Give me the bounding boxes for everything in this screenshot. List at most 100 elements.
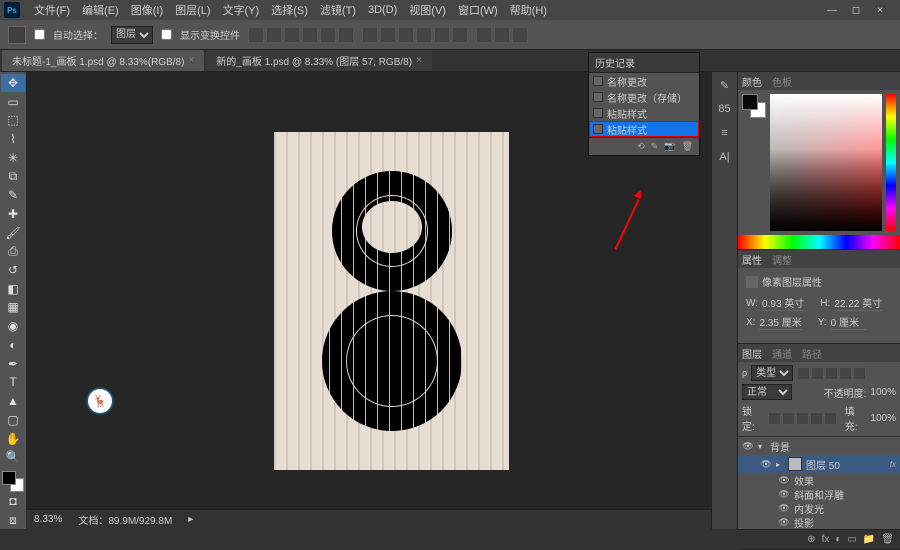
menu-window[interactable]: 窗口(W) [452,2,504,18]
color-field[interactable] [770,94,882,231]
auto-select-dropdown[interactable]: 图层 [111,26,153,44]
tab-layers[interactable]: 图层 [742,346,762,361]
new-group-icon[interactable]: 📁 [863,534,875,545]
distribute-icon[interactable] [398,27,414,43]
restore-icon[interactable]: ◻ [848,2,864,18]
filter-icon[interactable] [839,367,852,380]
layer-row[interactable]: 👁 ▸ 图层 50 fx [738,455,900,473]
history-row[interactable]: 名称更改 [589,73,699,89]
panel-color-chips[interactable] [742,94,766,118]
layer-effect-row[interactable]: 👁 投影 [738,515,900,529]
adjustment-layer-icon[interactable]: ▭ [847,534,856,545]
filter-icon[interactable] [797,367,810,380]
distribute-icon[interactable] [380,27,396,43]
dodge-tool[interactable]: ◐ [1,336,25,354]
marquee-tool[interactable]: ⬚ [1,111,25,129]
lock-icon[interactable] [810,412,823,425]
opacity-value[interactable]: 100% [870,387,896,398]
tab-paths[interactable]: 路径 [802,346,822,361]
menu-3d[interactable]: 3D(D) [362,4,403,16]
tab-close-icon[interactable]: × [188,55,194,66]
tab-swatches[interactable]: 色板 [772,74,792,89]
artboard-tool[interactable]: ▭ [1,93,25,111]
gradient-tool[interactable]: ▦ [1,299,25,317]
pen-tool[interactable]: ✒ [1,355,25,373]
visibility-icon[interactable]: 👁 [778,489,790,500]
character-panel-icon[interactable]: A| [715,148,735,166]
layer-effect-row[interactable]: 👁 斜面和浮雕 [738,487,900,501]
history-trash-icon[interactable]: 🗑 [682,141,693,152]
eraser-tool[interactable]: ◧ [1,280,25,298]
link-layers-icon[interactable]: ⊕ [807,534,815,545]
tab-color[interactable]: 颜色 [742,74,762,89]
blend-mode-select[interactable]: 正常 [742,384,792,400]
crop-tool[interactable]: ⧉ [1,168,25,186]
history-row[interactable]: 名称更改（存储） [589,89,699,105]
layer-fx-icon[interactable]: fx [822,534,830,545]
brush-tool[interactable]: 🖌 [1,224,25,242]
menu-view[interactable]: 视图(V) [403,2,452,18]
quick-mask-tool[interactable]: ◘ [1,493,25,511]
blur-tool[interactable]: ◉ [1,317,25,335]
align-icon[interactable] [338,27,354,43]
layer-effect-row[interactable]: 👁 内发光 [738,501,900,515]
menu-type[interactable]: 文字(Y) [217,2,266,18]
type-tool[interactable]: T [1,374,25,392]
status-caret-icon[interactable]: ▸ [188,514,193,525]
layer-row-group[interactable]: 👁 ▾ 背景 [738,437,900,455]
magic-wand-tool[interactable]: ✳ [1,149,25,167]
layer-effect-row[interactable]: 👁 效果 [738,473,900,487]
doc-info[interactable]: 文档：89.9M/929.8M [78,512,172,527]
path-selection-tool[interactable]: ▲ [1,392,25,410]
lock-icon[interactable] [824,412,837,425]
visibility-icon[interactable]: 👁 [778,475,790,486]
paragraph-panel-icon[interactable]: ≡ [715,124,735,142]
screen-mode-tool[interactable]: ⧈ [1,511,25,529]
x-value[interactable]: 2.35 厘米 [759,314,801,330]
fill-value[interactable]: 100% [870,413,896,424]
document-tab[interactable]: 新的_画板 1.psd @ 8.33% (图层 57, RGB/8) × [206,50,432,71]
history-brush-tool[interactable]: ↺ [1,261,25,279]
history-new-doc-icon[interactable]: ✎ [651,141,659,152]
height-value[interactable]: 22.22 英寸 [834,295,882,311]
align-icon[interactable] [266,27,282,43]
disclosure-icon[interactable]: ▸ [776,460,784,469]
foreground-color-chip[interactable] [2,471,16,485]
rectangle-tool[interactable]: ▢ [1,411,25,429]
document-tab[interactable]: 未标题-1_画板 1.psd @ 8.33%(RGB/8) × [2,50,204,71]
distribute-icon[interactable] [362,27,378,43]
visibility-icon[interactable]: 👁 [760,459,772,470]
history-panel-title[interactable]: 历史记录 [589,53,699,73]
eyedropper-tool[interactable]: ✎ [1,186,25,204]
lock-icon[interactable] [782,412,795,425]
clone-stamp-tool[interactable]: ⎙ [1,242,25,260]
y-value[interactable]: 0 厘米 [831,314,867,330]
zoom-tool[interactable]: 🔍 [1,448,25,466]
zoom-level[interactable]: 8.33% [34,514,62,525]
healing-brush-tool[interactable]: ✚ [1,205,25,223]
brush-panel-icon[interactable]: ✎ [715,76,735,94]
minimize-icon[interactable]: — [824,2,840,18]
3d-mode-icon[interactable] [512,27,528,43]
close-icon[interactable]: × [872,2,888,18]
color-chips[interactable] [2,471,24,492]
menu-edit[interactable]: 编辑(E) [76,2,125,18]
menu-file[interactable]: 文件(F) [28,2,76,18]
align-icon[interactable] [302,27,318,43]
lasso-tool[interactable]: ⌇ [1,130,25,148]
spectrum-bar[interactable] [738,235,900,249]
align-icon[interactable] [248,27,264,43]
distribute-icon[interactable] [452,27,468,43]
history-undo-icon[interactable]: ⟲ [637,141,645,152]
filter-icon[interactable] [811,367,824,380]
distribute-icon[interactable] [434,27,450,43]
tab-adjustments[interactable]: 调整 [772,252,792,267]
align-icon[interactable] [284,27,300,43]
trash-icon[interactable]: 🗑 [881,534,894,545]
tab-channels[interactable]: 通道 [772,346,792,361]
hand-tool[interactable]: ✋ [1,430,25,448]
menu-image[interactable]: 图像(I) [125,2,169,18]
visibility-icon[interactable]: 👁 [778,517,790,528]
layer-mask-icon[interactable]: ◐ [835,534,841,545]
move-tool[interactable]: ✥ [1,74,25,92]
